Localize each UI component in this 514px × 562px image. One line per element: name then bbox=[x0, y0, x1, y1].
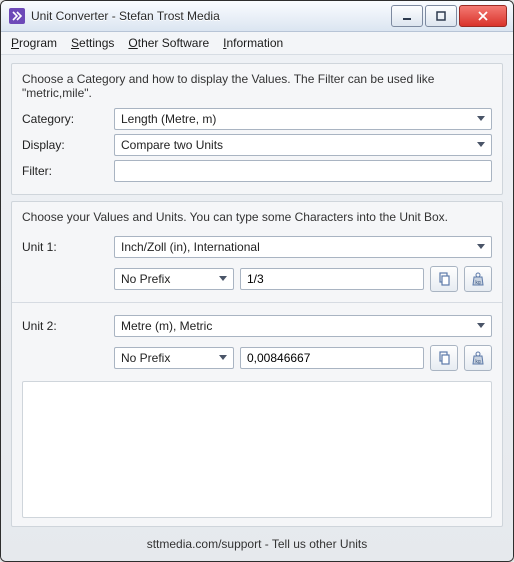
client-area: Choose a Category and how to display the… bbox=[1, 55, 513, 561]
unit1-value-input[interactable] bbox=[240, 268, 424, 290]
unit1-weight-button[interactable]: kg bbox=[464, 266, 492, 292]
display-label: Display: bbox=[22, 138, 106, 152]
footer-link[interactable]: sttmedia.com/support - Tell us other Uni… bbox=[147, 537, 368, 551]
app-icon bbox=[9, 8, 25, 24]
unit2-weight-button[interactable]: kg bbox=[464, 345, 492, 371]
menu-other-software[interactable]: Other Software bbox=[128, 36, 209, 50]
unit2-value-input[interactable] bbox=[240, 347, 424, 369]
results-panel bbox=[22, 381, 492, 518]
unit1-label: Unit 1: bbox=[22, 240, 106, 254]
units-hint: Choose your Values and Units. You can ty… bbox=[22, 210, 492, 224]
menu-settings[interactable]: Settings bbox=[71, 36, 114, 50]
titlebar[interactable]: Unit Converter - Stefan Trost Media bbox=[1, 1, 513, 32]
chevron-down-icon bbox=[219, 276, 227, 282]
unit2-label: Unit 2: bbox=[22, 319, 106, 333]
filter-input[interactable] bbox=[114, 160, 492, 182]
chevron-down-icon bbox=[477, 116, 485, 122]
display-value: Compare two Units bbox=[121, 138, 223, 152]
window-buttons bbox=[391, 5, 507, 27]
filter-label: Filter: bbox=[22, 164, 106, 178]
minimize-button[interactable] bbox=[391, 5, 423, 27]
display-combo[interactable]: Compare two Units bbox=[114, 134, 492, 156]
maximize-button[interactable] bbox=[425, 5, 457, 27]
chevron-down-icon bbox=[477, 323, 485, 329]
category-hint: Choose a Category and how to display the… bbox=[22, 72, 492, 100]
footer: sttmedia.com/support - Tell us other Uni… bbox=[11, 533, 503, 555]
unit1-combo[interactable]: Inch/Zoll (in), International bbox=[114, 236, 492, 258]
window-title: Unit Converter - Stefan Trost Media bbox=[31, 9, 391, 23]
divider bbox=[12, 302, 502, 303]
unit2-copy-button[interactable] bbox=[430, 345, 458, 371]
svg-text:kg: kg bbox=[475, 359, 481, 365]
close-button[interactable] bbox=[459, 5, 507, 27]
unit2-prefix-combo[interactable]: No Prefix bbox=[114, 347, 234, 369]
unit1-copy-button[interactable] bbox=[430, 266, 458, 292]
unit2-value: Metre (m), Metric bbox=[121, 319, 212, 333]
app-window: Unit Converter - Stefan Trost Media Prog… bbox=[0, 0, 514, 562]
menu-program[interactable]: Programdocument.currentScript.previousEl… bbox=[11, 36, 57, 50]
chevron-down-icon bbox=[219, 355, 227, 361]
category-combo[interactable]: Length (Metre, m) bbox=[114, 108, 492, 130]
menubar: Programdocument.currentScript.previousEl… bbox=[1, 32, 513, 55]
units-group: Choose your Values and Units. You can ty… bbox=[11, 201, 503, 527]
category-label: Category: bbox=[22, 112, 106, 126]
unit2-combo[interactable]: Metre (m), Metric bbox=[114, 315, 492, 337]
chevron-down-icon bbox=[477, 142, 485, 148]
unit2-prefix-value: No Prefix bbox=[121, 351, 170, 365]
unit1-prefix-combo[interactable]: No Prefix bbox=[114, 268, 234, 290]
category-group: Choose a Category and how to display the… bbox=[11, 63, 503, 195]
chevron-down-icon bbox=[477, 244, 485, 250]
unit1-prefix-value: No Prefix bbox=[121, 272, 170, 286]
svg-text:kg: kg bbox=[475, 280, 481, 286]
menu-information[interactable]: Information bbox=[223, 36, 283, 50]
category-value: Length (Metre, m) bbox=[121, 112, 216, 126]
unit1-value: Inch/Zoll (in), International bbox=[121, 240, 260, 254]
